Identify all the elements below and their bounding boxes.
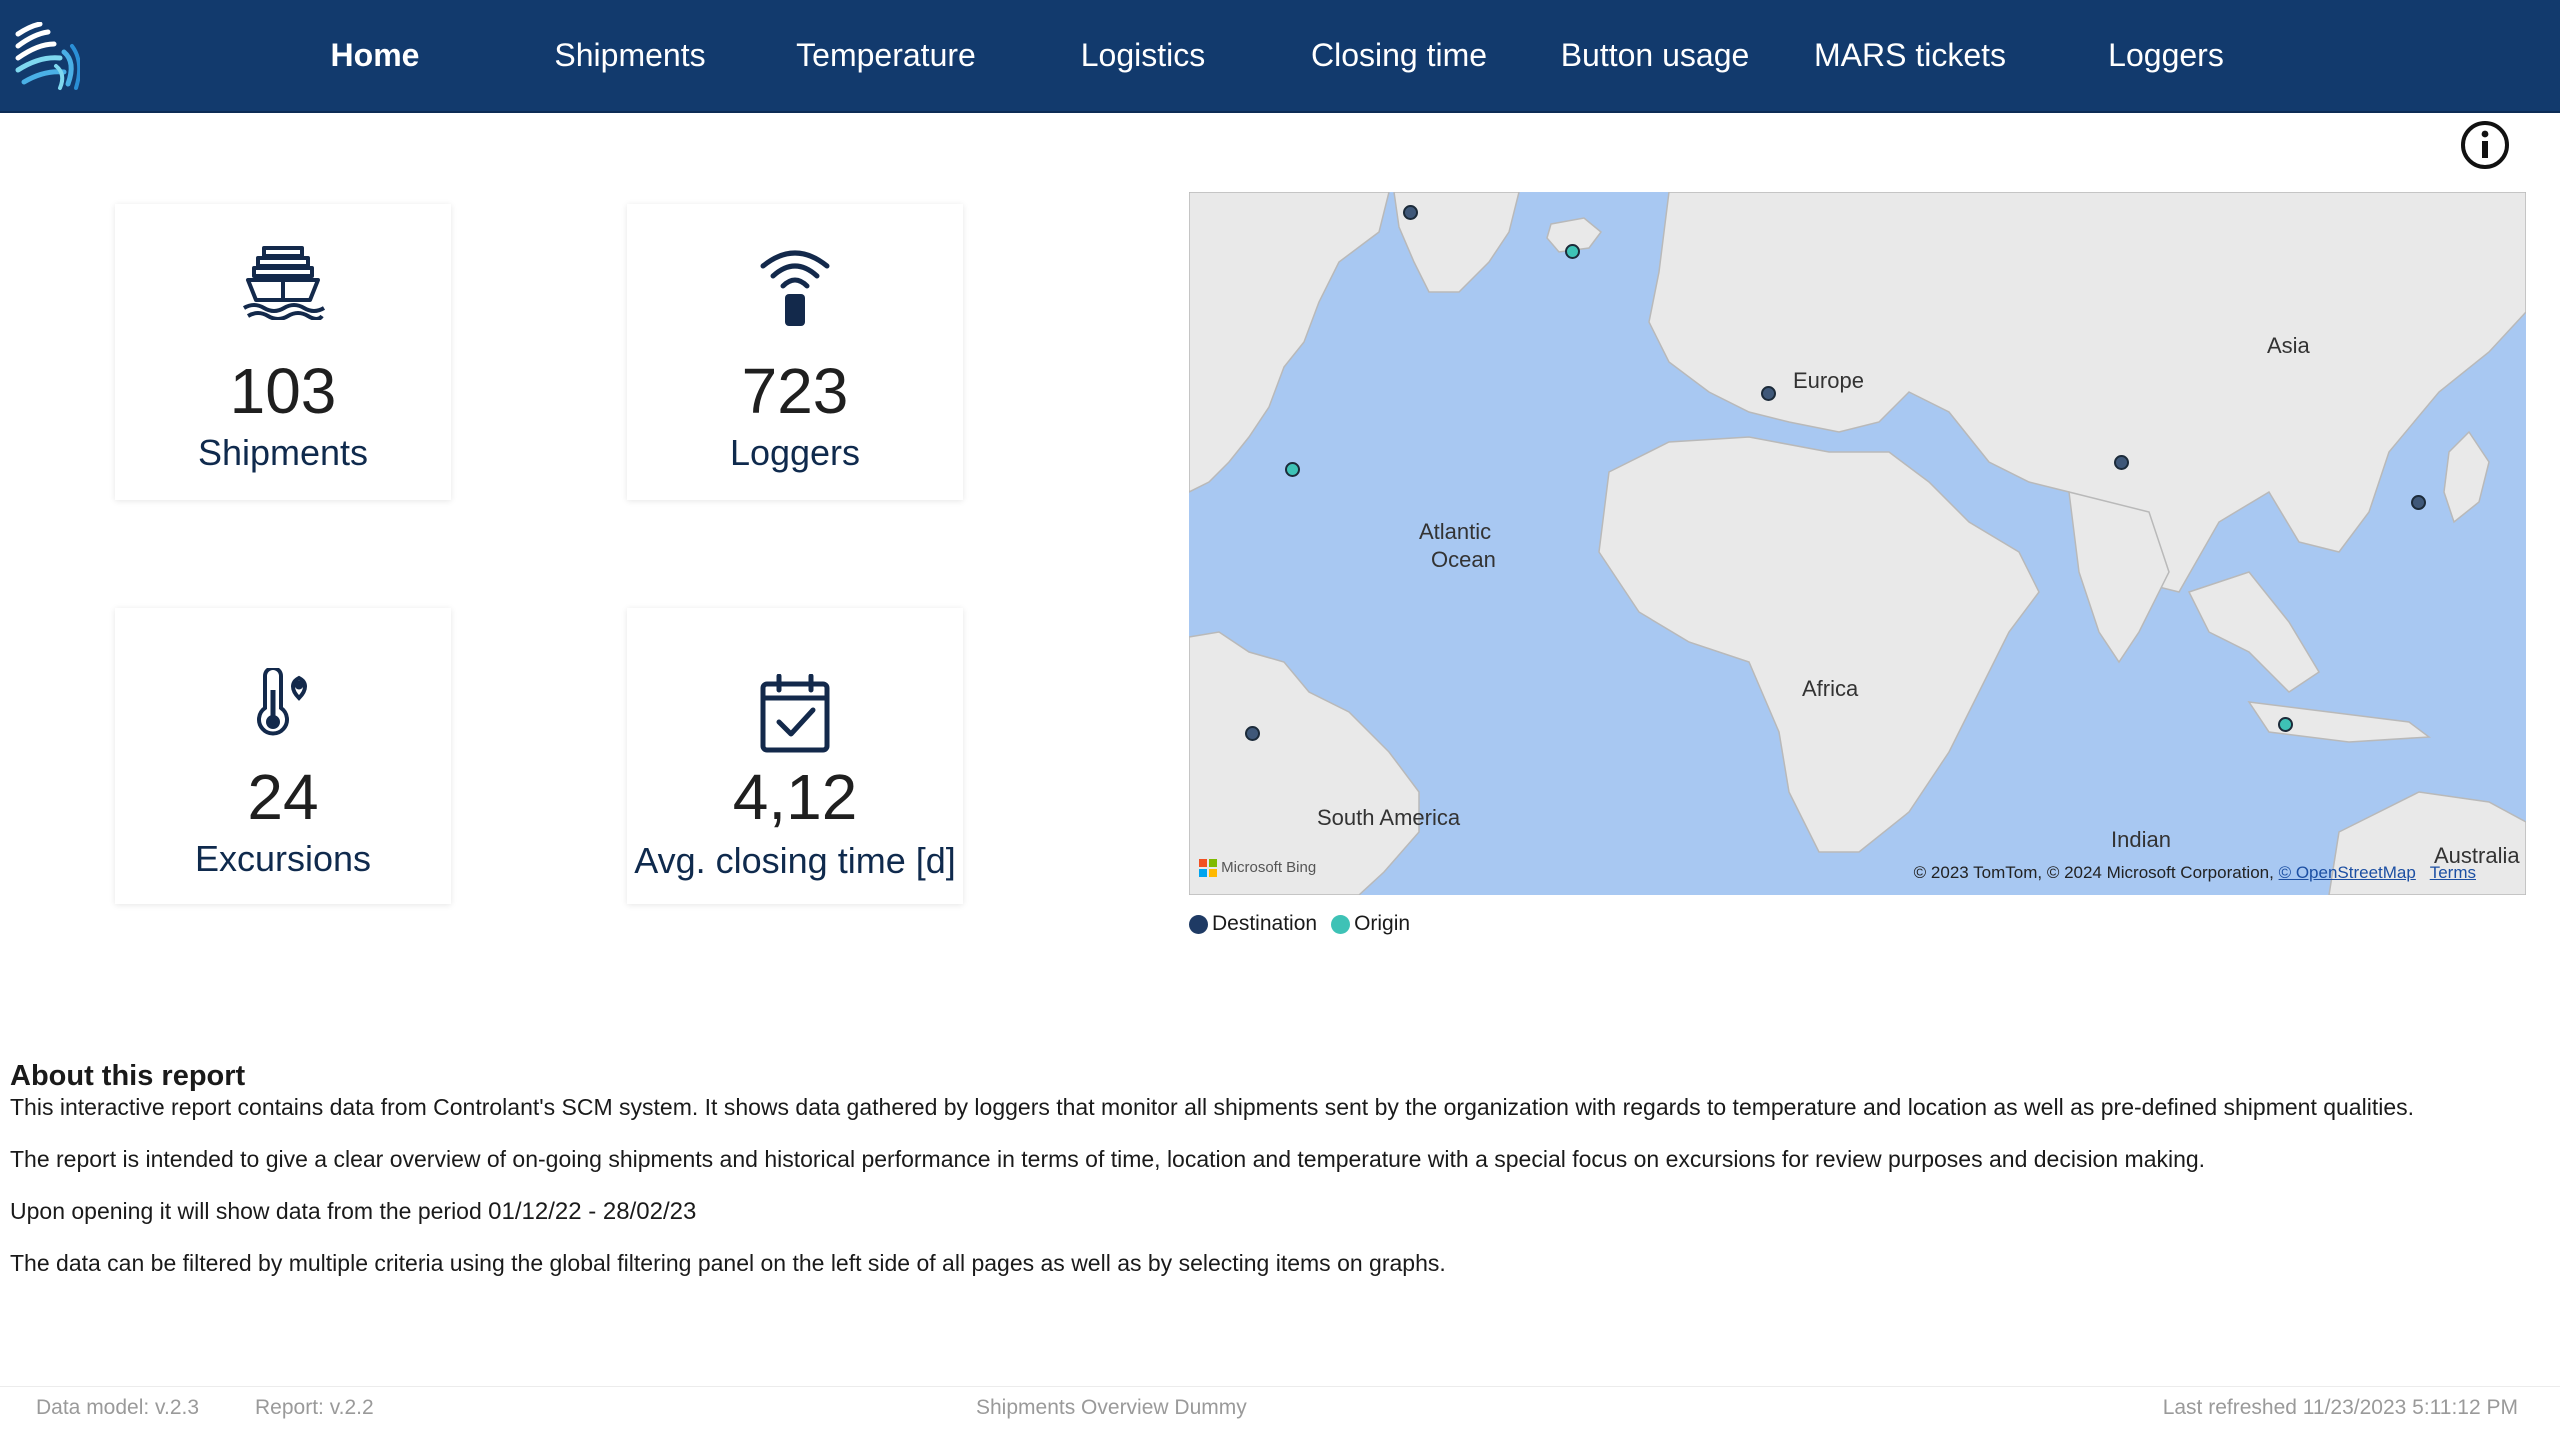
origin-pin[interactable] bbox=[1565, 244, 1580, 259]
about-period-value: 01/12/22 - 28/02/23 bbox=[488, 1198, 697, 1225]
legend-origin-dot bbox=[1331, 914, 1351, 934]
map-brand: Microsoft Bing bbox=[1199, 859, 1316, 877]
destination-pin[interactable] bbox=[1245, 726, 1260, 741]
footer-divider bbox=[0, 1386, 2560, 1387]
destination-pin[interactable] bbox=[1403, 205, 1418, 220]
closing-time-label: Avg. closing time [d] bbox=[634, 840, 956, 881]
tab-temperature[interactable]: Temperature bbox=[780, 30, 992, 80]
origin-pin[interactable] bbox=[1285, 462, 1300, 477]
signal-logger-icon bbox=[760, 250, 830, 326]
excursions-label: Excursions bbox=[194, 838, 372, 879]
shipments-map[interactable]: Europe Asia Atlantic Ocean Africa South … bbox=[1189, 192, 2526, 895]
microsoft-logo-icon bbox=[1199, 859, 1217, 877]
calendar-check-icon bbox=[760, 674, 830, 753]
about-title: About this report bbox=[10, 1060, 246, 1092]
map-label-south-america: South America bbox=[1317, 805, 1461, 830]
footer-report-name: Shipments Overview Dummy bbox=[976, 1396, 1247, 1419]
tab-home[interactable]: Home bbox=[300, 30, 450, 80]
closing-time-value: 4,12 bbox=[732, 761, 858, 833]
ship-icon bbox=[242, 246, 326, 320]
world-map-background bbox=[1189, 192, 2526, 895]
tab-logistics[interactable]: Logistics bbox=[1050, 30, 1236, 80]
thermometer-location-icon bbox=[257, 668, 307, 736]
kpi-card-closing-time: 4,12 Avg. closing time [d] bbox=[627, 608, 963, 904]
excursions-count: 24 bbox=[247, 761, 319, 833]
map-label-europe: Europe bbox=[1793, 368, 1864, 393]
map-copyright-text: © 2023 TomTom, © 2024 Microsoft Corporat… bbox=[1913, 863, 2274, 882]
map-label-asia: Asia bbox=[2267, 333, 2310, 358]
about-paragraph-4: The data can be filtered by multiple cri… bbox=[10, 1250, 1446, 1276]
legend-destination-label: Destination bbox=[1212, 912, 1318, 935]
top-nav-bar: Home Shipments Temperature Logistics Clo… bbox=[0, 0, 2560, 113]
loggers-label: Loggers bbox=[729, 432, 861, 473]
legend-destination-dot bbox=[1189, 914, 1208, 934]
footer-last-refreshed: Last refreshed 11/23/2023 5:11:12 PM bbox=[2162, 1396, 2518, 1419]
about-period-prefix: Upon opening it will show data from the … bbox=[10, 1198, 482, 1224]
map-label-africa: Africa bbox=[1802, 676, 1859, 701]
info-icon[interactable] bbox=[2460, 120, 2510, 170]
destination-pin[interactable] bbox=[2114, 455, 2129, 470]
map-brand-text: Microsoft Bing bbox=[1221, 858, 1317, 876]
loggers-count: 723 bbox=[741, 355, 849, 427]
map-copyright: © 2023 TomTom, © 2024 Microsoft Corporat… bbox=[1914, 863, 2476, 883]
about-paragraph-3: Upon opening it will show data from the … bbox=[10, 1198, 696, 1226]
about-paragraph-2: The report is intended to give a clear o… bbox=[10, 1146, 2206, 1172]
destination-pin[interactable] bbox=[1761, 386, 1776, 401]
destination-pin[interactable] bbox=[2411, 495, 2426, 510]
tab-mars-tickets[interactable]: MARS tickets bbox=[1804, 30, 2016, 80]
footer-data-model: Data model: v.2.3 bbox=[36, 1396, 200, 1419]
kpi-card-excursions: 24 Excursions bbox=[115, 608, 451, 904]
tab-shipments[interactable]: Shipments bbox=[540, 30, 720, 80]
map-label-atlantic-2: Ocean bbox=[1431, 547, 1496, 572]
legend-origin-label: Origin bbox=[1354, 912, 1411, 935]
about-paragraph-1: This interactive report contains data fr… bbox=[10, 1094, 2414, 1120]
map-legend: Destination Origin bbox=[1189, 910, 1410, 938]
kpi-card-loggers: 723 Loggers bbox=[627, 204, 963, 500]
kpi-card-shipments: 103 Shipments bbox=[115, 204, 451, 500]
controlant-logo-icon bbox=[15, 22, 80, 90]
shipments-label: Shipments bbox=[197, 432, 369, 473]
map-label-indian-ocean: Indian bbox=[2111, 827, 2171, 852]
footer-report-version: Report: v.2.2 bbox=[255, 1396, 374, 1419]
terms-link[interactable]: Terms bbox=[2430, 863, 2476, 882]
shipments-count: 103 bbox=[229, 355, 337, 427]
map-label-atlantic-1: Atlantic bbox=[1419, 519, 1492, 544]
tab-button-usage[interactable]: Button usage bbox=[1548, 30, 1762, 80]
tab-loggers[interactable]: Loggers bbox=[2076, 30, 2256, 80]
origin-pin[interactable] bbox=[2278, 717, 2293, 732]
tab-closing-time[interactable]: Closing time bbox=[1290, 30, 1508, 80]
openstreetmap-link[interactable]: © OpenStreetMap bbox=[2279, 863, 2416, 882]
